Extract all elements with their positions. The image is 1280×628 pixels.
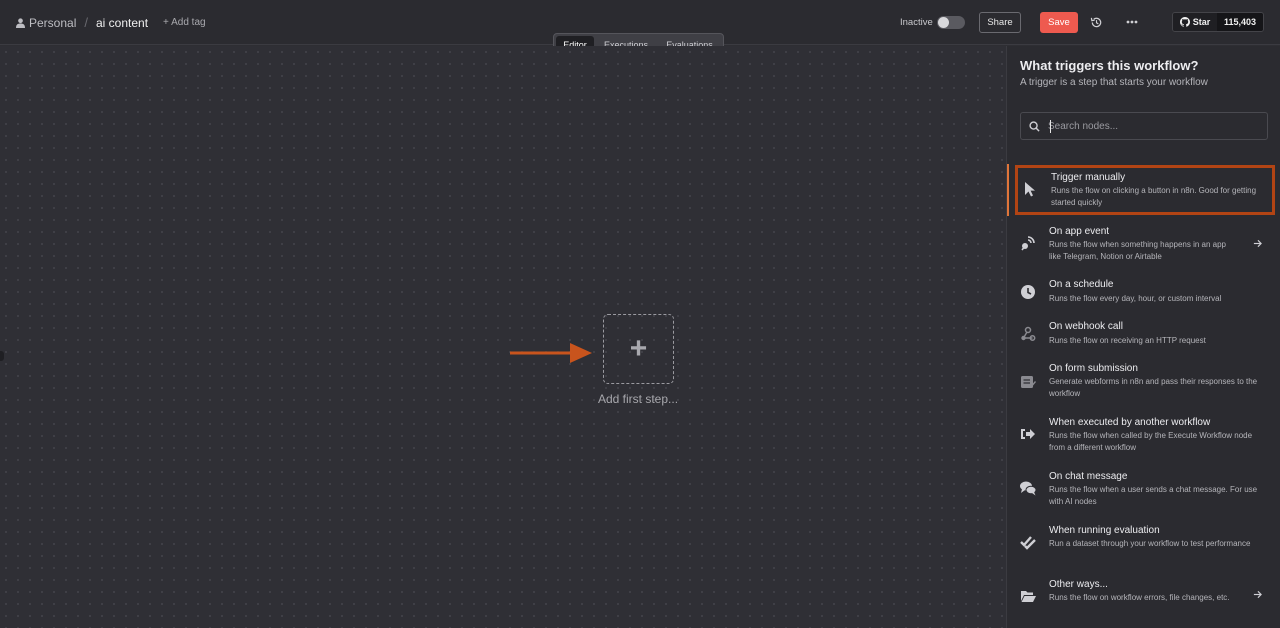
active-toggle[interactable] [937,16,965,29]
trigger-item-app-event[interactable]: On app event Runs the flow when somethin… [1007,218,1280,270]
search-icon [1029,120,1040,132]
trigger-item-webhook[interactable]: On webhook call Runs the flow on receivi… [1007,316,1280,356]
trigger-item-desc: Runs the flow on clicking a button in n8… [1051,186,1257,207]
plus-icon: + [629,332,648,365]
arrow-right-icon [1253,590,1262,599]
trigger-item-chat[interactable]: On chat message Runs the flow when a use… [1007,466,1280,518]
breadcrumb-personal[interactable]: Personal [29,16,76,30]
trigger-item-desc: Runs the flow when a user sends a chat m… [1049,485,1258,506]
trigger-item-desc: Runs the flow on workflow errors, file c… [1049,593,1230,602]
add-tag-button[interactable]: + Add tag [163,17,206,28]
trigger-item-desc: Runs the flow when something happens in … [1049,240,1227,261]
canvas-left-handle[interactable] [0,351,4,361]
save-button[interactable]: Save [1040,12,1078,33]
text-caret [1050,120,1051,133]
trigger-item-desc: Generate webforms in n8n and pass their … [1049,377,1258,398]
trigger-item-title: When executed by another workflow [1049,417,1211,428]
person-icon [16,17,25,28]
cursor-icon [1025,182,1035,197]
trigger-item-title: When running evaluation [1049,525,1160,536]
trigger-item-schedule[interactable]: On a schedule Runs the flow every day, h… [1007,272,1280,312]
github-star[interactable]: Star [1173,13,1217,31]
trigger-item-desc: Runs the flow on receiving an HTTP reque… [1049,336,1206,345]
clock-icon [1021,285,1035,299]
github-star-button[interactable]: Star 115,403 [1172,12,1264,32]
add-first-step-button[interactable]: + [603,314,674,384]
form-icon [1021,376,1036,388]
breadcrumb-separator: / [84,15,88,30]
trigger-item-desc: Run a dataset through your workflow to t… [1049,539,1251,548]
trigger-item-title: On a schedule [1049,279,1114,290]
panel-subtitle: A trigger is a step that starts your wor… [1020,77,1208,88]
webhook-icon [1021,326,1036,341]
node-search[interactable] [1020,112,1268,140]
search-input[interactable] [1048,120,1258,132]
share-button[interactable]: Share [979,12,1021,33]
toggle-knob [938,17,949,28]
trigger-item-evaluation[interactable]: When running evaluation Run a dataset th… [1007,520,1280,572]
trigger-item-title: On app event [1049,226,1110,237]
pointer-arrow-annotation [510,343,592,363]
trigger-item-desc: Runs the flow every day, hour, or custom… [1049,294,1222,303]
folder-open-icon [1021,591,1036,602]
trigger-item-title: On chat message [1049,471,1128,482]
history-icon[interactable] [1090,16,1103,29]
check-double-icon [1020,536,1036,550]
trigger-item-desc: Runs the flow when called by the Execute… [1049,431,1253,452]
more-options-icon[interactable] [1126,20,1138,24]
trigger-panel: What triggers this workflow? A trigger i… [1006,46,1280,628]
trigger-item-title: Other ways... [1049,579,1108,590]
trigger-item-subworkflow[interactable]: When executed by another workflow Runs t… [1007,412,1280,464]
comments-icon [1020,481,1036,496]
add-first-step-label: Add first step... [598,392,679,406]
trigger-item-title: Trigger manually [1051,172,1126,183]
workflow-canvas[interactable] [0,46,1006,628]
trigger-item-form[interactable]: On form submission Generate webforms in … [1007,358,1280,410]
trigger-item-title: On form submission [1049,363,1138,374]
workflow-name[interactable]: ai content [96,16,148,30]
github-star-label: Star [1192,17,1211,27]
trigger-item-title: On webhook call [1049,321,1123,332]
github-star-count: 115,403 [1217,13,1263,31]
breadcrumb: Personal / ai content + Add tag [16,0,206,45]
trigger-item-manual[interactable]: Trigger manually Runs the flow on clicki… [1007,164,1280,216]
trigger-item-other[interactable]: Other ways... Runs the flow on workflow … [1007,574,1280,626]
satellite-icon [1021,236,1035,251]
arrow-right-icon [1253,239,1262,248]
panel-title: What triggers this workflow? [1020,58,1199,73]
sign-in-icon [1021,429,1035,439]
github-icon [1179,17,1190,27]
active-status-label: Inactive [900,17,933,28]
